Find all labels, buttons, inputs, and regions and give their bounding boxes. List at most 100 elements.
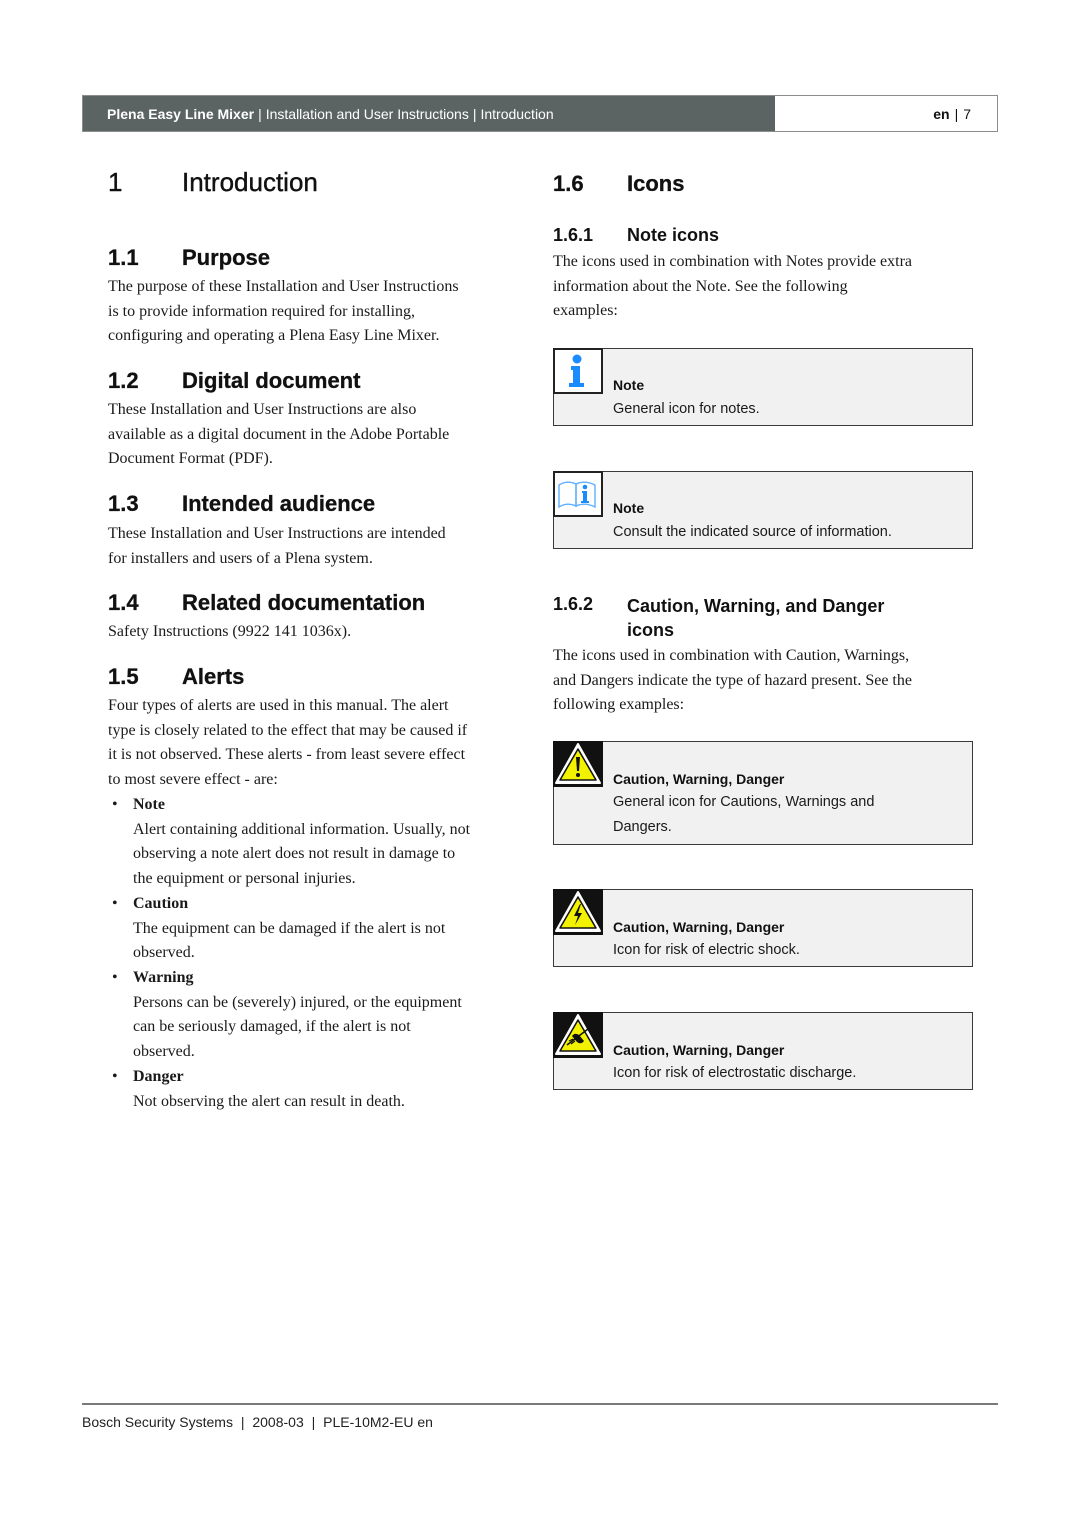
- hazard-box-title: Caution, Warning, Danger: [613, 919, 785, 935]
- text-line: available as a digital document in the A…: [108, 425, 450, 443]
- warning-exclamation-icon: [553, 741, 603, 787]
- text-line: Four types of alerts are used in this ma…: [108, 697, 449, 714]
- section-title: Purpose: [182, 245, 271, 270]
- section-title: Digital document: [182, 368, 361, 393]
- text-line: observed.: [133, 1043, 195, 1061]
- text-line: configuring and operating a Plena Easy L…: [108, 327, 440, 345]
- section-title: Icons: [627, 171, 685, 196]
- text-line: The icons used in combination with Notes…: [553, 253, 913, 270]
- text-line: Alert containing additional information.…: [133, 820, 471, 838]
- header-language: en: [933, 105, 950, 122]
- header-separator: |: [472, 105, 477, 122]
- header-page-info: en | 7: [775, 96, 997, 131]
- header-breadcrumb: Plena Easy Line Mixer | Installation and…: [83, 96, 775, 131]
- subsection-number: 1.6.2: [553, 594, 594, 614]
- text-line: General icon for Cautions, Warnings and: [613, 794, 875, 810]
- title-line: Caution, Warning, and Danger: [627, 596, 885, 616]
- hazard-box-description: General icon for Cautions, Warnings and …: [613, 790, 963, 840]
- electrostatic-discharge-icon: [553, 1012, 603, 1058]
- section-number: 1.3: [108, 491, 139, 516]
- note-box-consult-source: Note Consult the indicated source of inf…: [553, 471, 973, 549]
- section-number: 1.2: [108, 368, 139, 393]
- alert-label: Warning: [133, 969, 194, 986]
- electric-shock-icon: [553, 889, 603, 935]
- section-number: 1.6: [553, 171, 584, 196]
- subsection-heading-note-icons: 1.6.1 Note icons: [553, 225, 719, 246]
- alert-description: Alert containing additional information.…: [133, 818, 528, 892]
- note-box-title: Note: [613, 500, 645, 516]
- text-line: examples:: [553, 302, 618, 320]
- text-line: following examples:: [553, 696, 685, 714]
- note-box-title: Note: [613, 377, 645, 393]
- text-line: to most severe effect - are:: [108, 771, 278, 789]
- text-line: and Dangers indicate the type of hazard …: [553, 671, 912, 689]
- note-box-general: Note General icon for notes.: [553, 348, 973, 426]
- footer-doc-id: PLE-10M2-EU en: [323, 1414, 433, 1430]
- header-section: Introduction: [480, 105, 554, 122]
- hazard-box-title: Caution, Warning, Danger: [613, 771, 785, 787]
- book-info-icon: [553, 471, 603, 517]
- section-heading-alerts: 1.5 Alerts: [108, 664, 245, 690]
- purpose-paragraph: The purpose of these Installation and Us…: [108, 275, 528, 349]
- section-heading-purpose: 1.1 Purpose: [108, 245, 270, 271]
- alert-description: Not observing the alert can result in de…: [133, 1090, 528, 1115]
- footer-separator: |: [311, 1414, 316, 1430]
- section-title: Intended audience: [182, 491, 376, 516]
- section-number: 1.1: [108, 245, 139, 270]
- text-line: The equipment can be damaged if the aler…: [133, 919, 446, 937]
- bullet-icon: •: [112, 796, 118, 813]
- page-footer: Bosch Security Systems | 2008-03 | PLE-1…: [82, 1414, 433, 1430]
- info-icon: [553, 348, 603, 394]
- text-line: These Installation and User Instructions…: [108, 401, 417, 418]
- hazard-box-general: Caution, Warning, Danger General icon fo…: [553, 741, 973, 845]
- text-line: Dangers.: [613, 819, 672, 835]
- footer-date: 2008-03: [252, 1414, 304, 1430]
- text-line: observing a note alert does not result i…: [133, 845, 456, 863]
- text-line: Not observing the alert can result in de…: [133, 1092, 405, 1110]
- chapter-heading: 1 Introduction: [108, 167, 318, 198]
- text-line: information about the Note. See the foll…: [553, 277, 848, 295]
- chapter-title: Introduction: [182, 167, 318, 197]
- text-line: Consult the indicated source of informat…: [613, 524, 892, 540]
- section-heading-icons: 1.6 Icons: [553, 171, 685, 197]
- section-heading-digital-document: 1.2 Digital document: [108, 368, 361, 394]
- text-line: observed.: [133, 944, 195, 962]
- section-number: 1.5: [108, 664, 139, 689]
- hazard-box-electric-shock: Caution, Warning, Danger Icon for risk o…: [553, 889, 973, 967]
- text-line: for installers and users of a Plena syst…: [108, 549, 373, 567]
- text-line: Icon for risk of electrostatic discharge…: [613, 1065, 857, 1081]
- page-header: Plena Easy Line Mixer | Installation and…: [82, 95, 998, 132]
- hazard-box-title: Caution, Warning, Danger: [613, 1042, 785, 1058]
- section-title: Related documentation: [182, 590, 426, 615]
- text-line: Icon for risk of electric shock.: [613, 942, 800, 958]
- subsection-number: 1.6.1: [553, 225, 594, 245]
- alert-description: The equipment can be damaged if the aler…: [133, 917, 528, 966]
- section-number: 1.4: [108, 590, 139, 615]
- subsection-title: Note icons: [627, 225, 720, 245]
- intended-audience-paragraph: These Installation and User Instructions…: [108, 522, 528, 571]
- text-line: is to provide information required for i…: [108, 302, 416, 320]
- chapter-number: 1: [108, 167, 123, 197]
- header-document: Installation and User Instructions: [265, 105, 469, 122]
- subsection-title: Caution, Warning, and Danger icons: [627, 594, 957, 642]
- footer-divider: [82, 1403, 998, 1405]
- section-title: Alerts: [182, 664, 245, 689]
- text-line: it is not observed. These alerts - from …: [108, 746, 466, 764]
- footer-separator: |: [240, 1414, 245, 1430]
- header-separator: |: [954, 105, 959, 122]
- note-box-description: Consult the indicated source of informat…: [613, 520, 963, 545]
- bullet-icon: •: [112, 895, 118, 912]
- text-line: The icons used in combination with Cauti…: [553, 647, 910, 664]
- section-heading-intended-audience: 1.3 Intended audience: [108, 491, 375, 517]
- note-icons-paragraph: The icons used in combination with Notes…: [553, 250, 973, 324]
- text-line: Document Format (PDF).: [108, 450, 273, 468]
- bullet-icon: •: [112, 969, 118, 986]
- title-line: icons: [627, 620, 675, 640]
- text-line: the equipment or personal injuries.: [133, 870, 356, 888]
- alert-label: Caution: [133, 895, 189, 912]
- alerts-paragraph: Four types of alerts are used in this ma…: [108, 694, 528, 793]
- text-line: The purpose of these Installation and Us…: [108, 278, 459, 295]
- text-line: type is closely related to the effect th…: [108, 721, 468, 739]
- alert-label: Danger: [133, 1068, 184, 1085]
- text-line: Persons can be (severely) injured, or th…: [133, 993, 462, 1011]
